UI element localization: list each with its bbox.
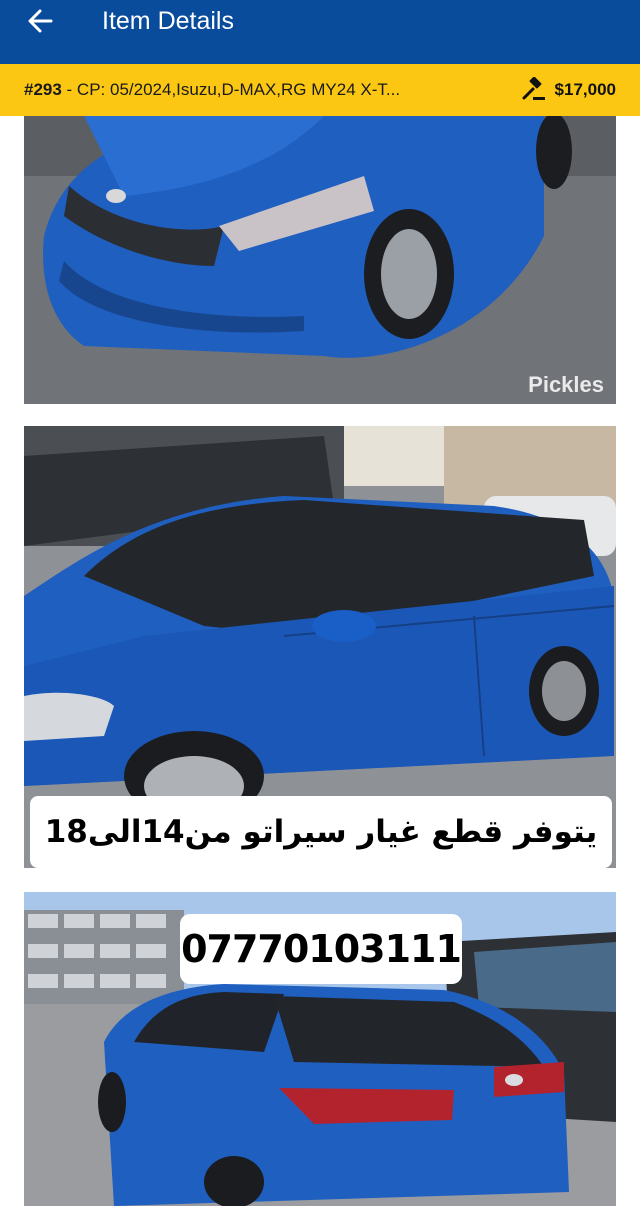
price-area: $17,000 <box>521 77 616 103</box>
lot-description: - CP: 05/2024,Isuzu,D-MAX,RG MY24 X-T... <box>61 80 401 99</box>
app-bar: Item Details <box>0 0 640 64</box>
photo-watermark: Pickles <box>528 372 604 397</box>
lot-summary: #293 - CP: 05/2024,Isuzu,D-MAX,RG MY24 X… <box>24 80 400 100</box>
arrow-left-icon <box>28 9 53 33</box>
page-title: Item Details <box>102 6 234 35</box>
spare-parts-caption: يتوفر قطع غيار سيراتو من14الى18 <box>30 796 612 868</box>
lot-info-bar: #293 - CP: 05/2024,Isuzu,D-MAX,RG MY24 X… <box>0 64 640 116</box>
price-label: $17,000 <box>554 80 616 99</box>
car-photo-front[interactable]: Pickles <box>24 116 616 404</box>
lot-number: #293 <box>24 80 62 99</box>
gavel-icon <box>522 77 545 100</box>
phone-number-caption: 07770103111 <box>180 914 462 984</box>
car-front-image <box>24 116 616 404</box>
back-button[interactable] <box>0 0 84 64</box>
